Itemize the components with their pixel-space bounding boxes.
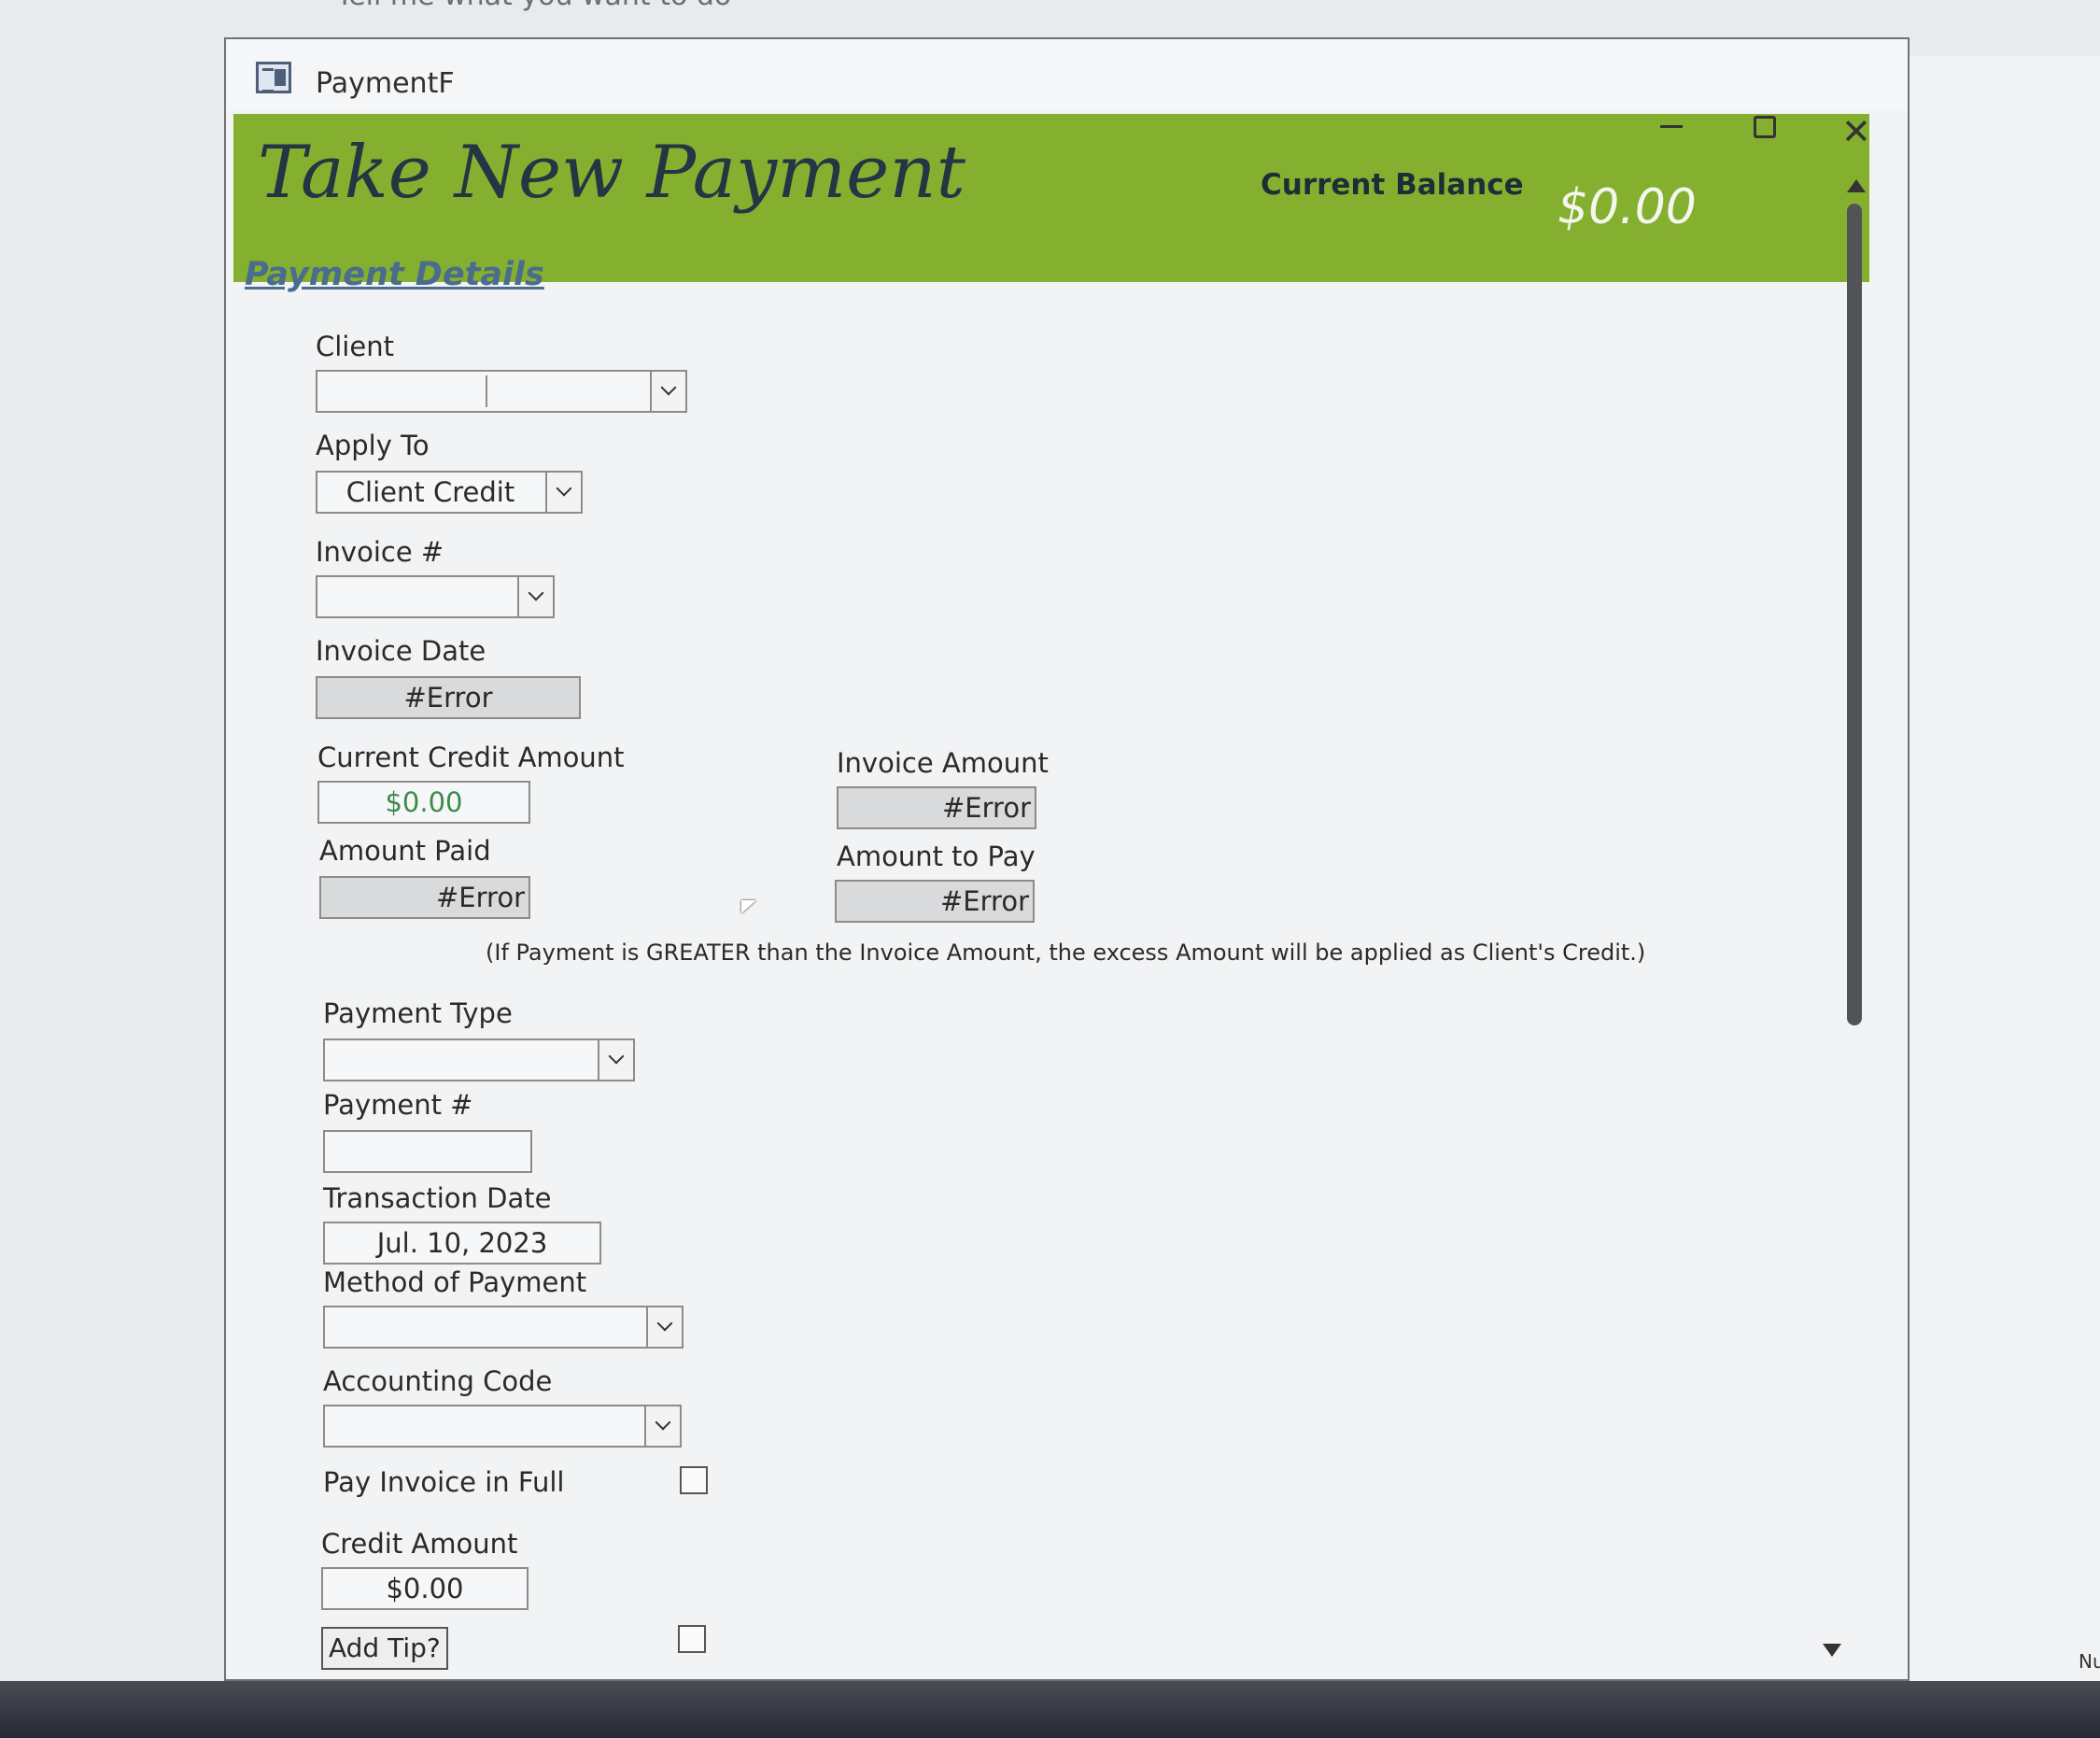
amount-paid-field[interactable]: #Error (319, 876, 530, 919)
invoice-number-combobox[interactable] (316, 575, 555, 618)
client-combobox[interactable] (316, 370, 687, 413)
credit-amount-field[interactable]: $0.00 (321, 1567, 529, 1610)
transaction-date-input[interactable]: Jul. 10, 2023 (323, 1222, 601, 1265)
apply-to-combobox[interactable]: Client Credit (316, 471, 583, 514)
payment-type-combobox[interactable] (323, 1039, 635, 1081)
invoice-date-field: #Error (316, 676, 581, 719)
invoice-date-label: Invoice Date (316, 635, 486, 667)
chevron-down-icon[interactable] (545, 473, 581, 512)
minimize-icon (1660, 125, 1683, 128)
tell-me-search-hint[interactable]: Tell me what you want to do (336, 0, 731, 12)
chevron-down-icon[interactable] (650, 372, 685, 411)
invoice-amount-field: #Error (837, 786, 1036, 829)
credit-amount-label: Credit Amount (321, 1528, 518, 1560)
form-title: Take New Payment (258, 131, 965, 215)
method-of-payment-combobox[interactable] (323, 1306, 684, 1349)
maximize-button[interactable] (1754, 116, 1776, 138)
form-icon (256, 62, 291, 93)
scroll-down-arrow-icon[interactable] (1823, 1644, 1841, 1657)
vertical-scrollbar[interactable] (1823, 179, 1877, 1657)
current-balance-value: $0.00 (1557, 179, 1697, 235)
current-credit-label: Current Credit Amount (317, 742, 625, 773)
apply-to-value: Client Credit (345, 476, 515, 508)
amount-to-pay-label: Amount to Pay (837, 841, 1036, 872)
maximize-icon (1754, 116, 1776, 138)
minimize-button[interactable] (1660, 103, 1683, 128)
payment-number-label: Payment # (323, 1089, 473, 1121)
close-button[interactable]: ✕ (1841, 114, 1871, 149)
chevron-down-icon[interactable] (644, 1406, 680, 1446)
accounting-code-combobox[interactable] (323, 1405, 682, 1448)
close-icon: ✕ (1841, 111, 1871, 152)
window-title: PaymentF (316, 67, 455, 100)
background-pane (1907, 56, 2100, 1681)
chevron-down-icon[interactable] (646, 1307, 682, 1347)
chevron-down-icon[interactable] (598, 1040, 633, 1080)
transaction-date-label: Transaction Date (323, 1182, 552, 1214)
taskbar (0, 1681, 2100, 1738)
method-of-payment-label: Method of Payment (323, 1266, 587, 1298)
overpayment-note: (If Payment is GREATER than the Invoice … (486, 940, 1646, 966)
amount-to-pay-field: #Error (835, 880, 1035, 923)
title-bar: PaymentF (226, 39, 1908, 110)
accounting-code-label: Accounting Code (323, 1365, 553, 1397)
amount-paid-label: Amount Paid (319, 835, 491, 867)
column-divider (486, 375, 487, 407)
current-balance-label: Current Balance (1261, 168, 1524, 202)
invoice-number-label: Invoice # (316, 536, 444, 568)
chevron-down-icon[interactable] (517, 577, 553, 616)
client-label: Client (316, 331, 394, 362)
payment-type-label: Payment Type (323, 997, 513, 1029)
payment-form-window: PaymentF Take New Payment Current Balanc… (224, 37, 1910, 1681)
section-title-payment-details: Payment Details (245, 256, 544, 293)
pay-in-full-checkbox[interactable] (680, 1466, 708, 1494)
add-tip-checkbox[interactable] (678, 1625, 706, 1653)
status-text-fragment: Nu (2079, 1650, 2100, 1673)
apply-to-label: Apply To (316, 430, 430, 461)
payment-number-input[interactable] (323, 1130, 532, 1173)
current-credit-field: $0.00 (317, 781, 530, 824)
scroll-thumb[interactable] (1847, 204, 1862, 1025)
add-tip-label: Add Tip? (321, 1627, 448, 1670)
mouse-pointer-icon (741, 900, 756, 913)
invoice-amount-label: Invoice Amount (837, 747, 1049, 779)
pay-in-full-label: Pay Invoice in Full (323, 1466, 565, 1498)
scroll-up-arrow-icon[interactable] (1847, 179, 1866, 192)
